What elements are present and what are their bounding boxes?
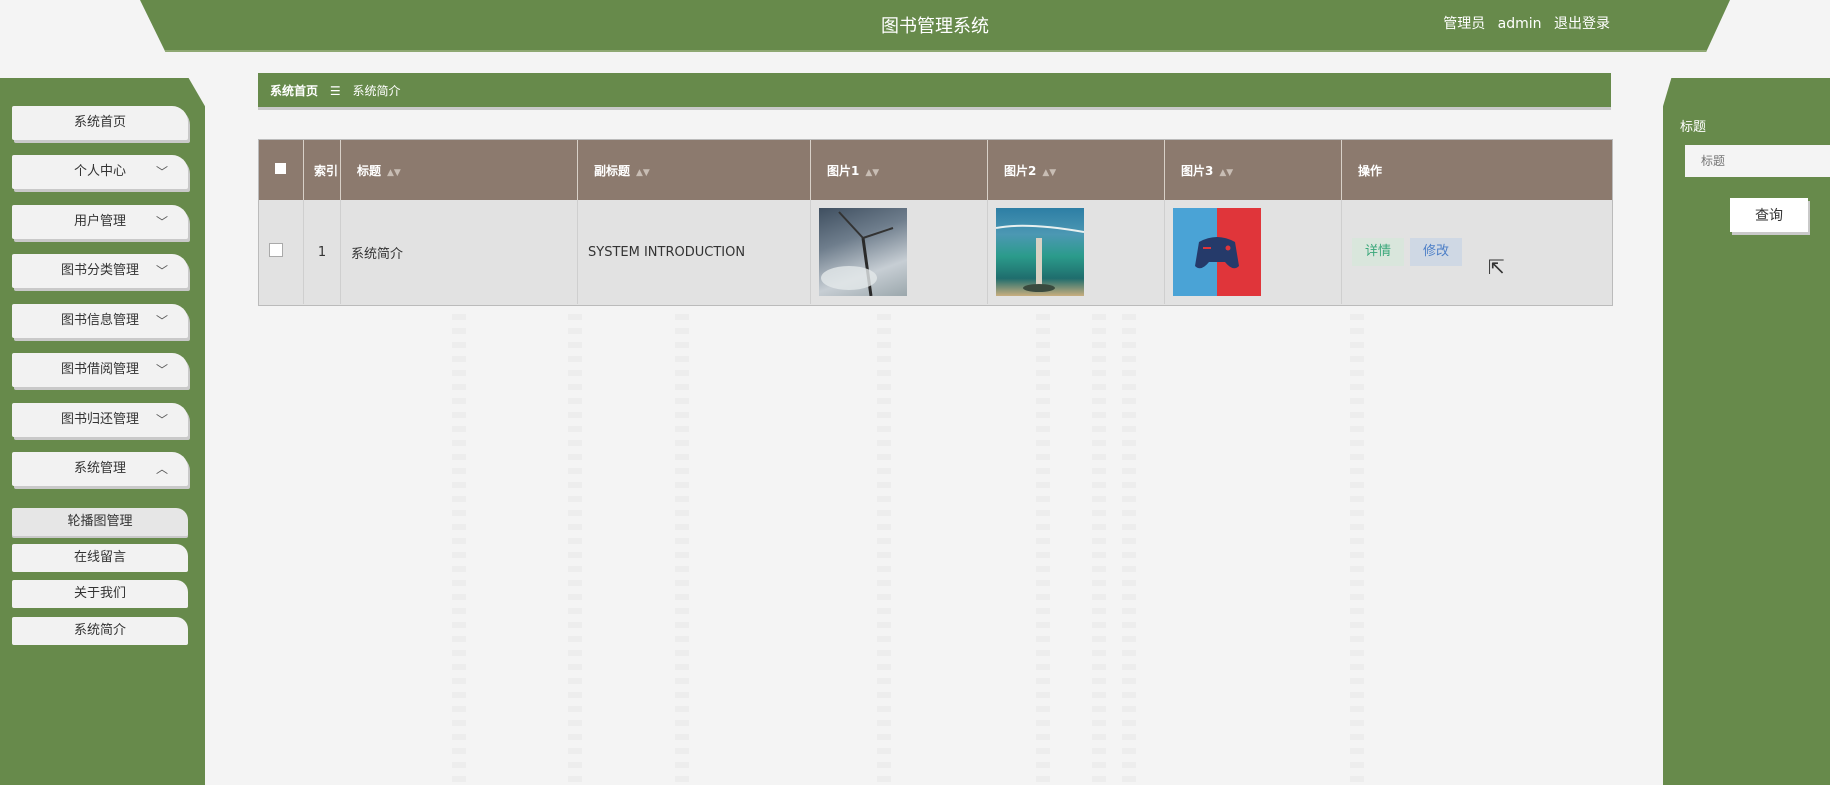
breadcrumb: 系统首页 ☰ 系统简介 <box>258 73 1611 110</box>
select-all-checkbox[interactable] <box>275 163 286 174</box>
column-header-image2[interactable]: 图片2 ▲▼ <box>987 140 1165 200</box>
sidebar-item-user-management[interactable]: 用户管理 ﹀ <box>12 205 188 239</box>
sidebar-subitem-carousel[interactable]: 轮播图管理 <box>12 508 188 536</box>
table-row: 1 系统简介 SYSTEM INTRODUCTION 详情 修改 <box>259 200 1612 304</box>
sidebar-item-system-management[interactable]: 系统管理 ︿ <box>12 452 188 486</box>
sidebar-subitem-label: 在线留言 <box>73 550 126 565</box>
sidebar-item-book-borrow[interactable]: 图书借阅管理 ﹀ <box>12 353 188 387</box>
sidebar-subitem-about-us[interactable]: 关于我们 <box>12 580 188 608</box>
column-header-image3[interactable]: 图片3 ▲▼ <box>1164 140 1342 200</box>
search-panel: 标题 查询 <box>1663 78 1830 785</box>
sort-icon[interactable]: ▲▼ <box>636 168 650 178</box>
sidebar-subitem-label: 轮播图管理 <box>67 514 133 529</box>
chevron-down-icon: ﹀ <box>155 264 168 278</box>
data-table: 索引 标题 ▲▼ 副标题 ▲▼ 图片1 ▲▼ 图片2 ▲▼ 图片3 ▲▼ 操作 … <box>258 139 1613 306</box>
column-header-actions: 操作 <box>1341 140 1612 200</box>
sidebar-item-label: 用户管理 <box>73 214 126 229</box>
sidebar-subitem-label: 系统简介 <box>73 623 126 638</box>
row-index: 1 <box>303 200 341 304</box>
title-search-input[interactable] <box>1685 145 1830 177</box>
column-header-index: 索引 <box>303 140 341 200</box>
sidebar-item-label: 图书信息管理 <box>60 313 139 328</box>
chevron-up-icon: ︿ <box>155 462 168 476</box>
sidebar-subitem-system-intro[interactable]: 系统简介 <box>12 617 188 645</box>
gamepad-image[interactable] <box>1173 208 1261 296</box>
chevron-down-icon: ﹀ <box>155 215 168 229</box>
row-image3-cell <box>1164 200 1342 304</box>
row-actions: 详情 修改 <box>1342 200 1613 304</box>
chevron-down-icon: ﹀ <box>155 314 168 328</box>
wind-turbine-image[interactable] <box>819 208 907 296</box>
row-title: 系统简介 <box>340 200 578 304</box>
user-role: 管理员 <box>1443 16 1486 32</box>
column-header-image1[interactable]: 图片1 ▲▼ <box>810 140 988 200</box>
detail-button[interactable]: 详情 <box>1352 238 1404 266</box>
mouse-cursor-icon: ⇱ <box>1488 255 1505 279</box>
sort-icon[interactable]: ▲▼ <box>1219 168 1233 178</box>
sidebar-item-book-category[interactable]: 图书分类管理 ﹀ <box>12 254 188 288</box>
menu-icon: ☰ <box>329 84 341 98</box>
sidebar-item-label: 图书分类管理 <box>60 263 139 278</box>
sidebar-item-home[interactable]: 系统首页 <box>12 106 188 140</box>
sidebar-item-label: 图书借阅管理 <box>60 362 139 377</box>
row-image2-cell <box>987 200 1165 304</box>
user-info: 管理员 admin 退出登录 <box>1435 13 1610 33</box>
breadcrumb-home[interactable]: 系统首页 <box>270 84 318 98</box>
sidebar-subitem-messages[interactable]: 在线留言 <box>12 544 188 572</box>
sidebar-item-label: 个人中心 <box>73 164 126 179</box>
sidebar-item-book-info[interactable]: 图书信息管理 ﹀ <box>12 304 188 338</box>
sort-icon[interactable]: ▲▼ <box>865 168 879 178</box>
sidebar-item-book-return[interactable]: 图书归还管理 ﹀ <box>12 403 188 437</box>
sort-icon[interactable]: ▲▼ <box>1042 168 1056 178</box>
username: admin <box>1497 16 1542 32</box>
sidebar-item-personal-center[interactable]: 个人中心 ﹀ <box>12 155 188 189</box>
column-header-title[interactable]: 标题 ▲▼ <box>340 140 578 200</box>
sidebar-item-label: 系统管理 <box>73 461 126 476</box>
chevron-down-icon: ﹀ <box>155 165 168 179</box>
edit-button[interactable]: 修改 <box>1410 238 1462 266</box>
sidebar-subitem-label: 关于我们 <box>73 586 126 601</box>
sort-icon[interactable]: ▲▼ <box>387 168 401 178</box>
row-checkbox[interactable] <box>269 243 283 257</box>
sidebar-item-label: 系统首页 <box>73 115 126 130</box>
search-label: 标题 <box>1680 120 1707 135</box>
logout-link[interactable]: 退出登录 <box>1554 16 1610 32</box>
column-header-subtitle[interactable]: 副标题 ▲▼ <box>577 140 811 200</box>
chevron-down-icon: ﹀ <box>155 413 168 427</box>
breadcrumb-current: 系统简介 <box>352 84 401 98</box>
chevron-down-icon: ﹀ <box>155 363 168 377</box>
row-image1-cell <box>810 200 988 304</box>
select-all-header[interactable] <box>259 140 304 200</box>
search-button[interactable]: 查询 <box>1730 198 1808 232</box>
row-select-cell <box>259 200 304 304</box>
lighthouse-image[interactable] <box>996 208 1084 296</box>
top-header-bar: 图书管理系统 管理员 admin 退出登录 <box>140 0 1730 52</box>
row-subtitle: SYSTEM INTRODUCTION <box>577 200 811 304</box>
sidebar-item-label: 图书归还管理 <box>60 412 139 427</box>
